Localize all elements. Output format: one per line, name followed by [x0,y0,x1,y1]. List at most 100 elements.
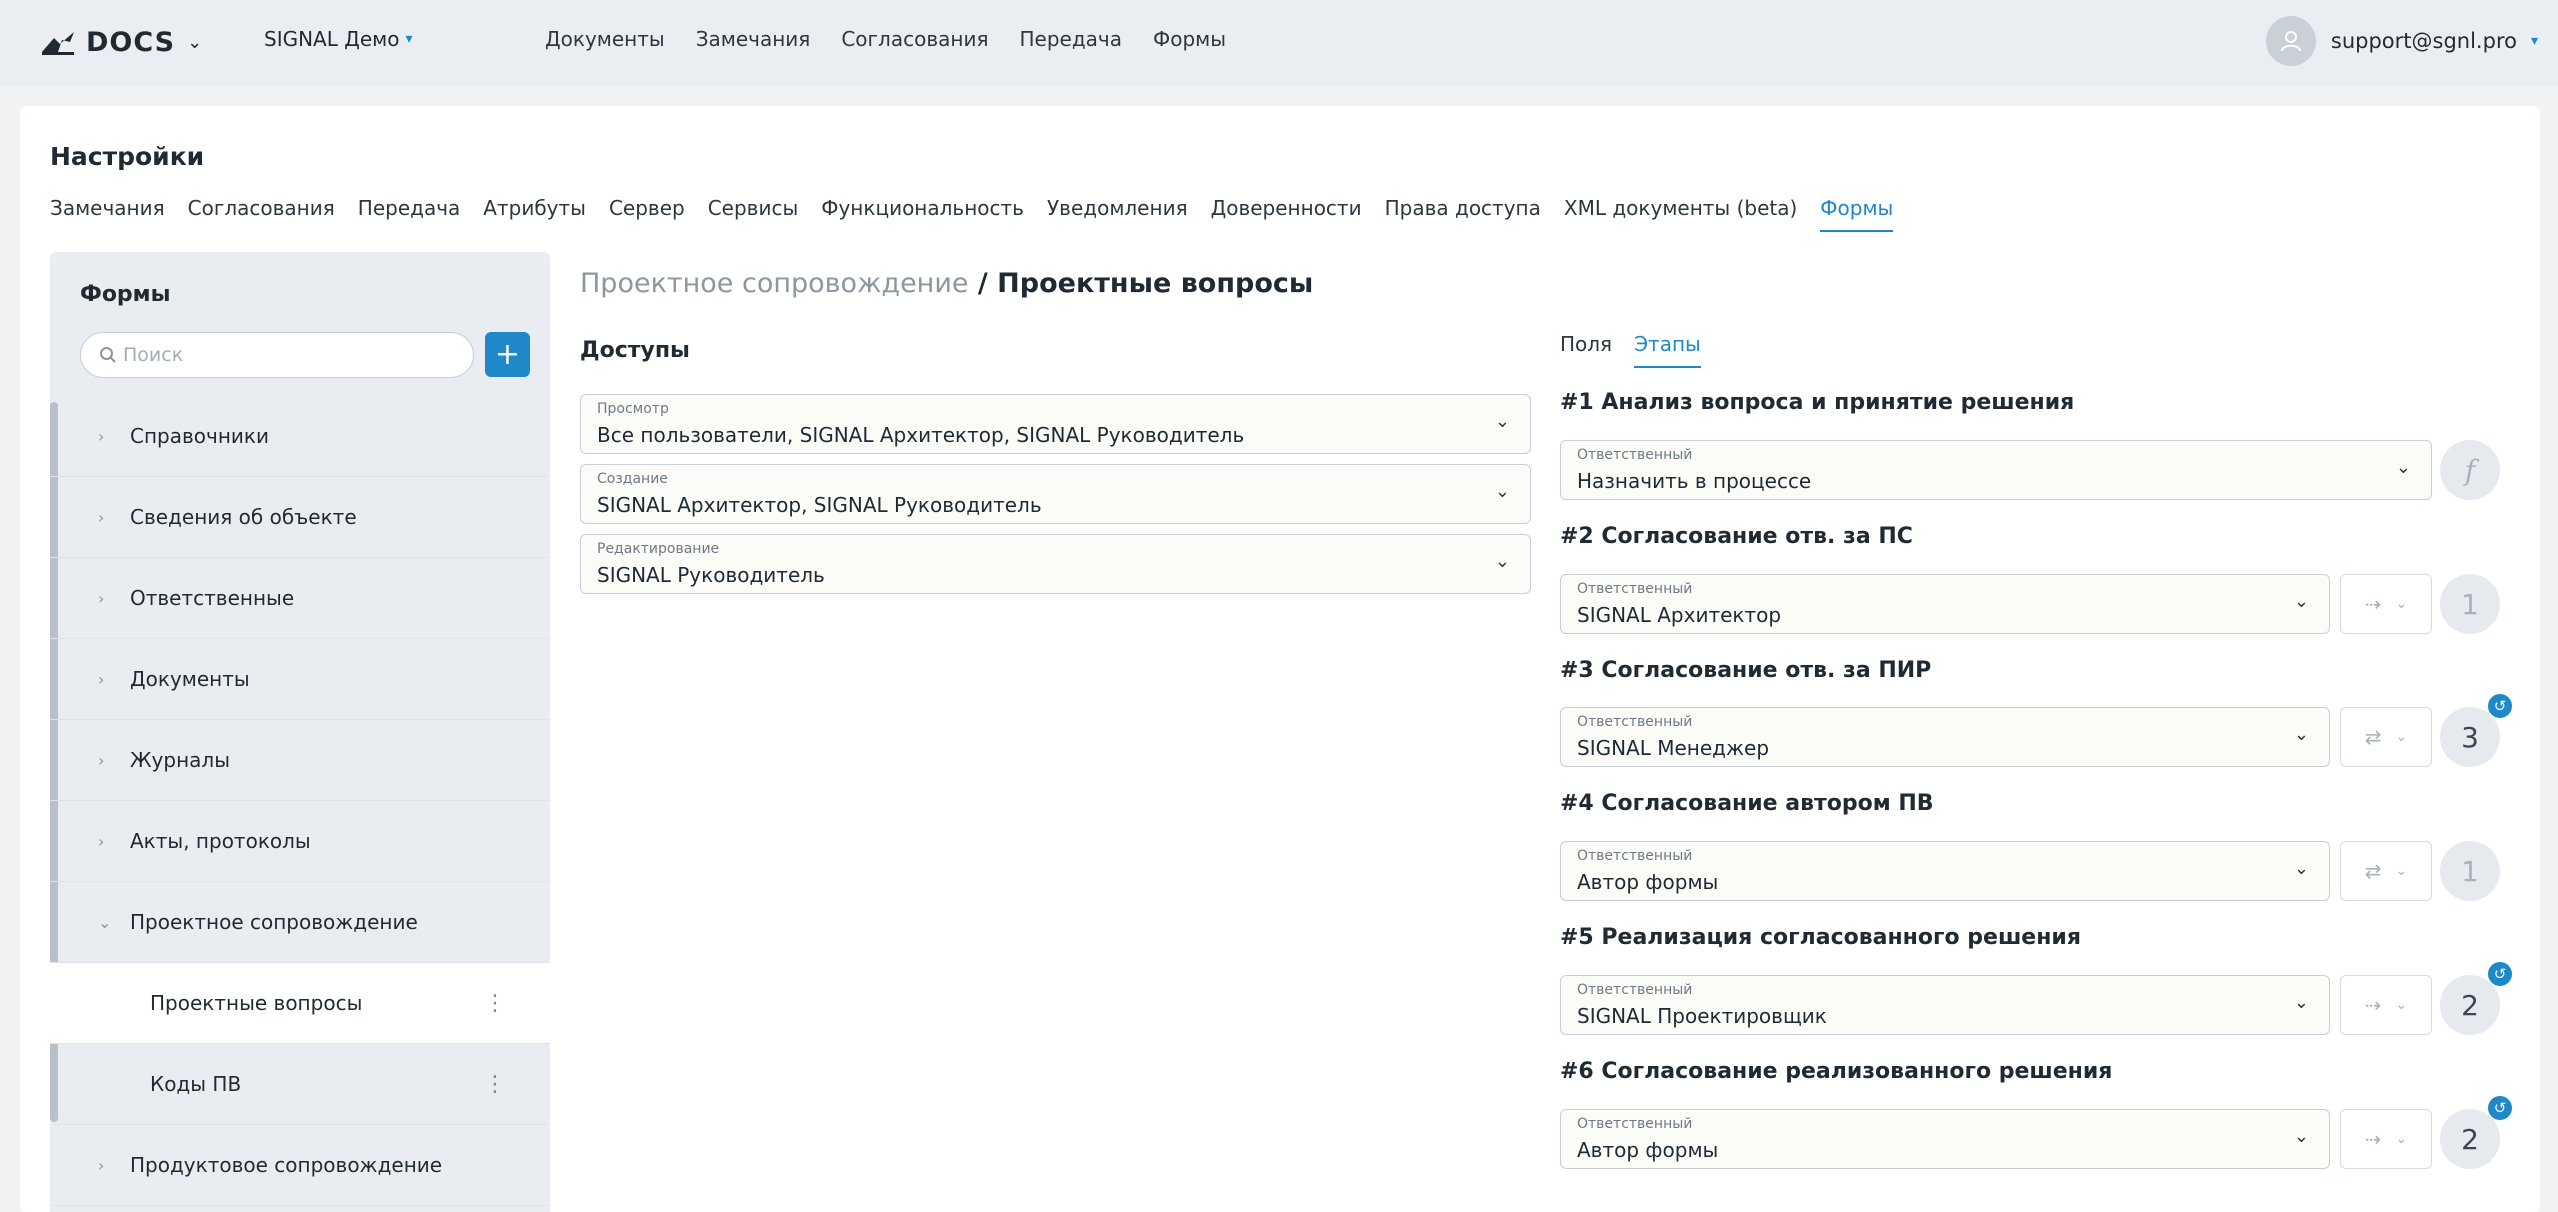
tab-attributes[interactable]: Атрибуты [483,196,586,232]
stage-3-count[interactable]: 3 [2440,707,2500,767]
sidebar-item-label: Документы [130,667,250,691]
main-nav: Документы Замечания Согласования Передач… [545,27,1257,51]
field-label: Ответственный [1577,848,1693,864]
tab-transfer[interactable]: Передача [358,196,461,232]
tab-stages[interactable]: Этапы [1634,332,1701,368]
nav-remarks[interactable]: Замечания [696,27,811,51]
sidebar-item-product-support[interactable]: › Продуктовое сопровождение [50,1125,550,1206]
tab-xml-documents[interactable]: XML документы (beta) [1564,196,1797,232]
sidebar-item-label: Акты, протоколы [130,829,311,853]
tab-fields[interactable]: Поля [1560,332,1612,368]
tab-functionality[interactable]: Функциональность [821,196,1024,232]
stage-4-count[interactable]: 1 [2440,841,2500,901]
form-tabs: Поля Этапы [1560,332,1723,368]
sidebar-item-responsible[interactable]: › Ответственные [50,558,550,639]
stage-3-responsible-select[interactable]: Ответственный SIGNAL Менеджер ⌄ [1560,707,2330,767]
chevron-down-icon: ⌄ [98,912,112,932]
chevron-down-icon[interactable]: ⌄ [187,32,202,53]
stage-4-responsible-select[interactable]: Ответственный Автор формы ⌄ [1560,841,2330,901]
chevron-down-icon: ▾ [405,31,413,47]
stage-3-mode-select[interactable]: ⇄ ⌄ [2340,707,2432,767]
tab-notifications[interactable]: Уведомления [1047,196,1188,232]
field-value: Все пользователи, SIGNAL Архитектор, SIG… [597,423,1245,447]
sidebar-item-reference-books[interactable]: › Справочники [50,396,550,477]
chevron-right-icon: › [98,831,105,851]
access-edit-select[interactable]: Редактирование SIGNAL Руководитель ⌄ [580,534,1531,594]
field-value: Назначить в процессе [1577,469,1812,493]
chevron-down-icon: ⌄ [1494,481,1510,502]
stage-1-responsible-select[interactable]: Ответственный Назначить в процессе ⌄ [1560,440,2432,500]
sidebar-item-acts-protocols[interactable]: › Акты, протоколы [50,801,550,882]
sidebar-item-label: Журналы [130,748,230,772]
formula-button[interactable]: f [2440,440,2500,500]
search-box[interactable] [80,332,474,378]
chevron-right-icon: › [98,588,105,608]
nav-forms[interactable]: Формы [1153,27,1226,51]
logo-icon [42,32,74,55]
chevron-down-icon: ⌄ [2293,992,2309,1013]
chevron-right-icon: › [98,507,105,527]
tab-powers-of-attorney[interactable]: Доверенности [1211,196,1362,232]
field-label: Ответственный [1577,1116,1693,1132]
sidebar-item-project-questions[interactable]: Проектные вопросы ⋮ [50,963,550,1044]
sequential-icon: ⇢ [2364,592,2382,616]
stage-6-mode-select[interactable]: ⇢ ⌄ [2340,1109,2432,1169]
chevron-right-icon: › [98,669,105,689]
user-icon [2280,31,2301,52]
tab-access-rights[interactable]: Права доступа [1385,196,1541,232]
project-selector[interactable]: SIGNAL Демо ▾ [264,27,413,51]
forms-sidebar: Формы + › Справочники › Сведения об объе… [50,252,550,1212]
return-icon: ↺ [2488,962,2512,986]
stage-2-count[interactable]: 1 [2440,574,2500,634]
stage-2-mode-select[interactable]: ⇢ ⌄ [2340,574,2432,634]
nav-documents[interactable]: Документы [545,27,665,51]
user-email: support@sgnl.pro [2330,29,2517,53]
chevron-down-icon: ⌄ [2395,729,2408,745]
chevron-down-icon: ⌄ [1494,411,1510,432]
stage-4-mode-select[interactable]: ⇄ ⌄ [2340,841,2432,901]
sidebar-item-object-info[interactable]: › Сведения об объекте [50,477,550,558]
stage-5-responsible-select[interactable]: Ответственный SIGNAL Проектировщик ⌄ [1560,975,2330,1035]
breadcrumb-parent[interactable]: Проектное сопровождение [580,268,969,299]
field-value: SIGNAL Архитектор, SIGNAL Руководитель [597,493,1042,517]
tab-forms[interactable]: Формы [1820,196,1894,232]
sidebar-title: Формы [80,282,171,307]
field-label: Просмотр [597,401,669,417]
field-value: SIGNAL Архитектор [1577,603,1782,627]
chevron-down-icon: ⌄ [2395,457,2411,478]
access-create-select[interactable]: Создание SIGNAL Архитектор, SIGNAL Руков… [580,464,1531,524]
stage-6-responsible-select[interactable]: Ответственный Автор формы ⌄ [1560,1109,2330,1169]
stage-1-title: #1 Анализ вопроса и принятие решения [1560,390,2075,415]
chevron-down-icon: ⌄ [2293,724,2309,745]
sidebar-item-pv-codes[interactable]: Коды ПВ ⋮ [50,1044,550,1125]
search-input[interactable] [123,344,453,366]
field-label: Ответственный [1577,982,1693,998]
tab-remarks[interactable]: Замечания [50,196,165,232]
chevron-down-icon: ⌄ [2395,596,2408,612]
stage-2-title: #2 Согласование отв. за ПС [1560,524,1913,549]
sidebar-item-documents[interactable]: › Документы [50,639,550,720]
more-vertical-icon[interactable]: ⋮ [484,991,506,1016]
stage-5-mode-select[interactable]: ⇢ ⌄ [2340,975,2432,1035]
stage-2-responsible-select[interactable]: Ответственный SIGNAL Архитектор ⌄ [1560,574,2330,634]
field-label: Создание [597,471,668,487]
sidebar-item-project-support[interactable]: ⌄ Проектное сопровождение [50,882,550,963]
tab-services[interactable]: Сервисы [708,196,799,232]
stage-3-title: #3 Согласование отв. за ПИР [1560,658,1932,683]
add-form-button[interactable]: + [485,332,530,377]
parallel-icon: ⇄ [2364,725,2382,749]
stage-5-count[interactable]: 2 [2440,975,2500,1035]
chevron-down-icon: ⌄ [2395,1131,2408,1147]
app-logo[interactable]: DOCS ⌄ [40,22,202,62]
nav-approvals[interactable]: Согласования [841,27,988,51]
stage-6-title: #6 Согласование реализованного решения [1560,1059,2113,1084]
user-menu[interactable]: support@sgnl.pro ▾ [2265,16,2538,66]
access-view-select[interactable]: Просмотр Все пользователи, SIGNAL Архите… [580,394,1531,454]
more-vertical-icon[interactable]: ⋮ [484,1072,506,1097]
settings-tabs: Замечания Согласования Передача Атрибуты… [50,196,1916,232]
stage-6-count[interactable]: 2 [2440,1109,2500,1169]
tab-server[interactable]: Сервер [609,196,685,232]
tab-approvals[interactable]: Согласования [188,196,335,232]
sidebar-item-journals[interactable]: › Журналы [50,720,550,801]
nav-transfer[interactable]: Передача [1019,27,1122,51]
